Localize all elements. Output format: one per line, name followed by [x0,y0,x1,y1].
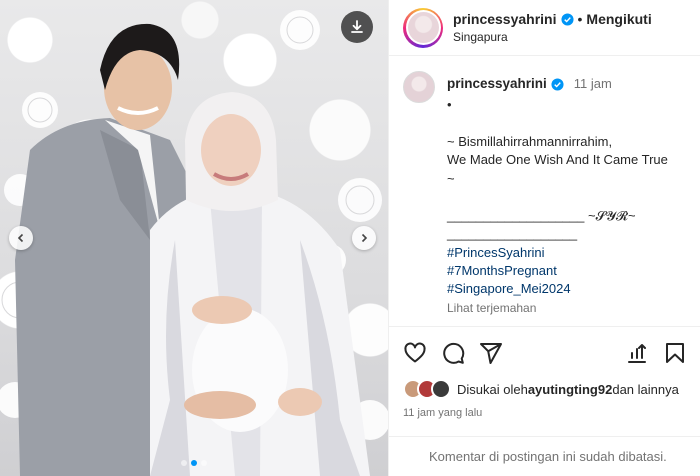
caption-section: princessyahrini 11 jam • ~ Bismillahirra… [389,57,700,325]
header-separator: • [577,11,583,27]
bookmark-icon[interactable] [663,341,687,365]
couple-photo-illustration [0,10,388,476]
avatar-image [407,12,439,43]
carousel-dot [201,460,207,466]
download-button[interactable] [341,11,373,43]
post-photo[interactable] [0,0,388,476]
next-photo-button[interactable] [352,226,376,250]
share-icon[interactable] [479,341,503,365]
chevron-left-icon [17,233,24,243]
likes-summary[interactable]: Disukai oleh ayutingting92 dan lainnya [403,379,687,399]
caption-username[interactable]: princessyahrini [447,75,547,94]
profile-avatar[interactable] [403,7,443,48]
heart-icon[interactable] [403,341,427,365]
author-username[interactable]: princessyahrini [453,11,557,27]
following-button[interactable]: Mengikuti [586,11,651,27]
likes-suffix[interactable]: dan lainnya [612,382,679,397]
likes-username[interactable]: ayutingting92 [528,382,613,397]
carousel-indicator [0,460,388,466]
caption-text: • ~ Bismillahirrahmannirrahim, We Made O… [447,96,668,242]
hashtag-list: #PrincesSyahrini #7MonthsPregnant #Singa… [447,244,668,299]
likes-prefix: Disukai oleh [457,381,528,397]
caption-time: 11 jam [573,76,612,92]
hashtag-link[interactable]: #7MonthsPregnant [447,262,668,280]
comments-restricted-notice: Komentar di postingan ini sudah dibatasi… [389,436,700,476]
post-actions: Disukai oleh ayutingting92 dan lainnya 1… [389,326,700,419]
liker-avatar [431,379,451,399]
chevron-right-icon [361,233,368,243]
hashtag-link[interactable]: #Singapore_Mei2024 [447,280,668,298]
carousel-dot-active [191,460,197,466]
see-translation-link[interactable]: Lihat terjemahan [447,300,668,317]
hashtag-link[interactable]: #PrincesSyahrini [447,244,668,262]
post-header: princessyahrini • Mengikuti Singapura [389,0,700,56]
liker-avatars [403,379,451,399]
verified-badge-icon [560,12,574,26]
carousel-dot [181,460,187,466]
insights-icon[interactable] [625,341,649,365]
download-icon [351,20,363,33]
post-location[interactable]: Singapura [453,30,652,44]
post-side-panel: princessyahrini • Mengikuti Singapura pr… [388,0,700,476]
verified-badge-icon [551,78,564,91]
previous-photo-button[interactable] [9,226,33,250]
caption-avatar[interactable] [403,71,435,103]
posted-time[interactable]: 11 jam yang lalu [403,407,687,419]
comment-icon[interactable] [441,341,465,365]
